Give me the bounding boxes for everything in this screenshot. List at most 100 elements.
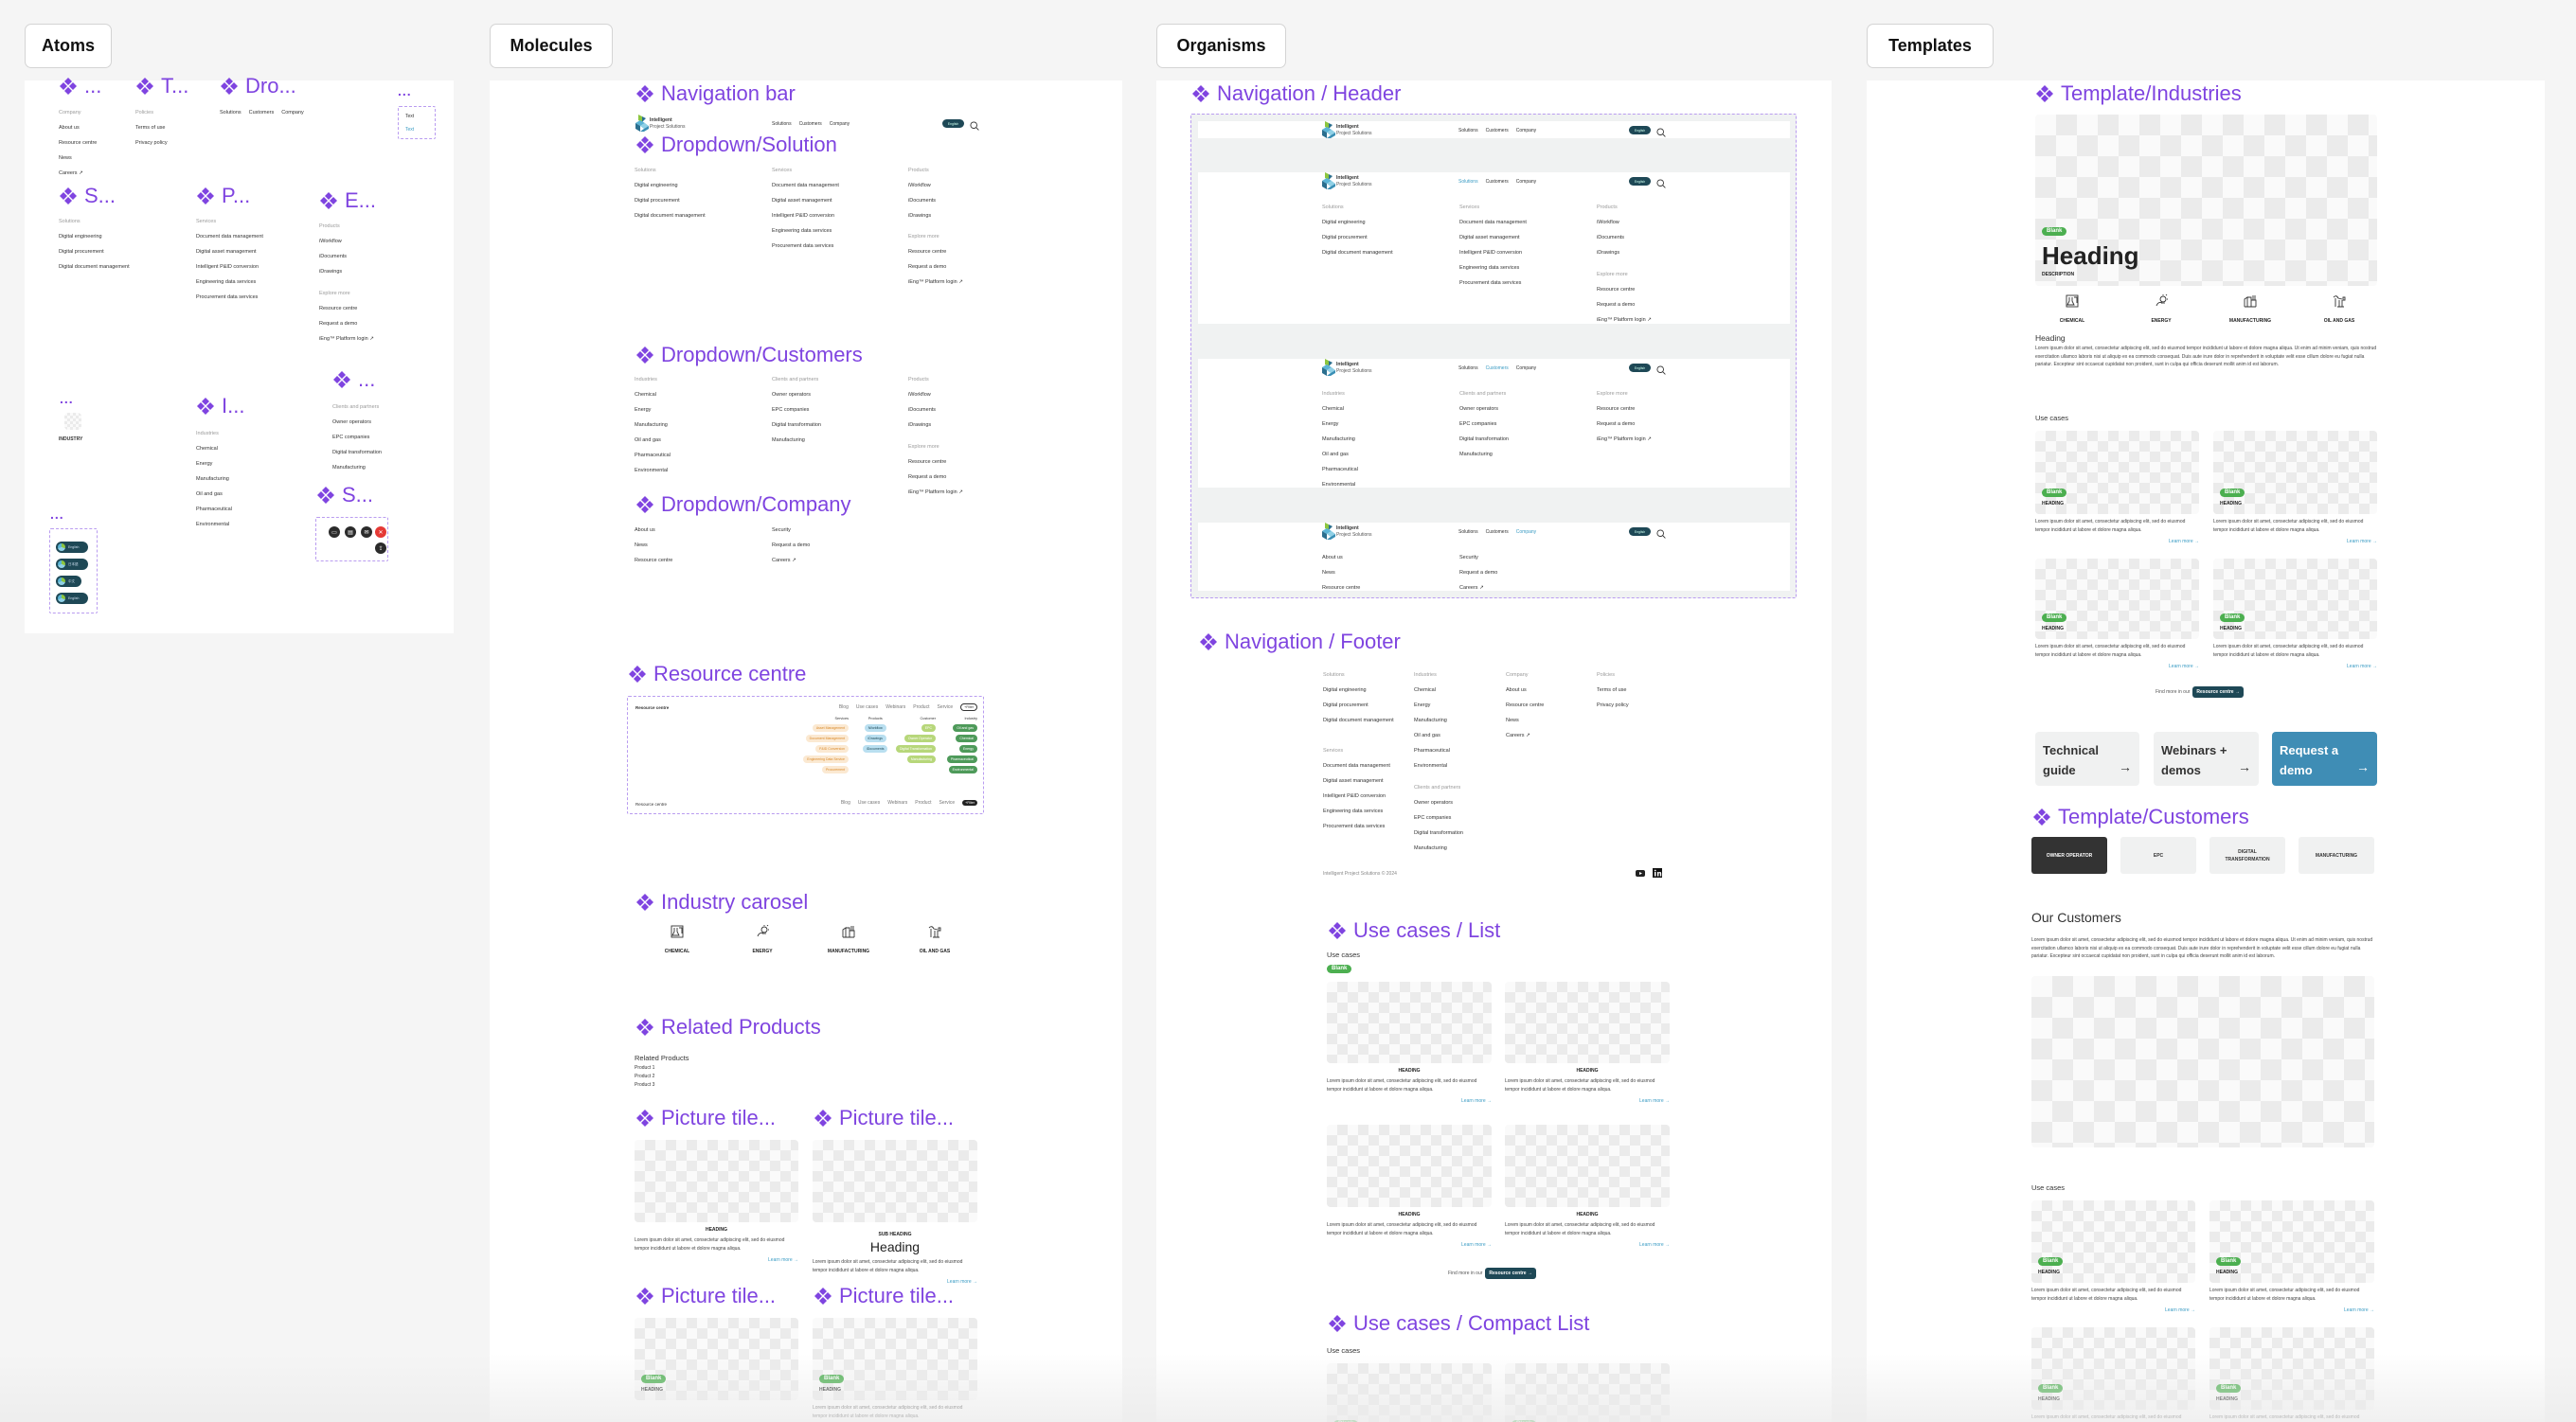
list-item[interactable]: iDrawings	[319, 269, 347, 276]
list-item[interactable]: Manufacturing	[1414, 845, 1463, 852]
nav-link-solutions[interactable]: Solutions	[1458, 529, 1478, 535]
list-item[interactable]: iEng™ Platform login ↗	[1597, 317, 1652, 324]
list-item[interactable]: Engineering data services	[1459, 265, 1527, 272]
filter-chip[interactable]: Procurement	[821, 766, 849, 773]
tab-product[interactable]: Product	[913, 704, 929, 710]
tab-use-cases[interactable]: Use cases	[858, 800, 880, 806]
list-item[interactable]: Intelligent P&ID conversion	[1323, 793, 1390, 800]
nav-link-company[interactable]: Company	[1516, 128, 1536, 133]
language-selector[interactable]: English	[942, 119, 964, 128]
section-label-templates[interactable]: Templates	[1867, 24, 1994, 68]
list-item[interactable]: Pharmaceutical	[635, 453, 671, 459]
list-item[interactable]: iEng™ Platform login ↗	[1597, 436, 1652, 443]
list-item[interactable]: News	[59, 155, 97, 162]
tab-service[interactable]: Service	[939, 800, 955, 806]
language-selector[interactable]: English	[1629, 177, 1651, 186]
use-case-tile[interactable]: HEADING Lorem ipsum dolor sit amet, conse…	[1505, 982, 1670, 1104]
list-item[interactable]: Product 3	[635, 1082, 654, 1089]
picture-tile[interactable]: HEADING Lorem ipsum dolor sit amet, conse…	[635, 1140, 798, 1263]
learn-more-link[interactable]: Learn more →	[1505, 1242, 1670, 1248]
nav-link-company[interactable]: Company	[1516, 179, 1536, 185]
list-item[interactable]: Digital engineering	[1323, 687, 1394, 694]
list-item[interactable]: Chemical	[1322, 406, 1358, 413]
company-logo[interactable]	[1322, 359, 1335, 376]
figma-canvas[interactable]: Atoms Molecules Organisms Templates ... …	[0, 0, 2576, 1422]
component-title[interactable]: Industry carosel	[635, 892, 808, 913]
search-icon[interactable]	[1656, 176, 1666, 188]
list-item[interactable]: Digital engineering	[635, 183, 706, 189]
list-item[interactable]: Engineering data services	[196, 279, 263, 286]
linkedin-icon[interactable]	[1653, 868, 1662, 878]
list-item[interactable]: Owner operators	[1459, 406, 1509, 413]
list-item[interactable]: Oil and gas	[196, 491, 232, 498]
list-item[interactable]: Energy	[196, 461, 232, 468]
list-item[interactable]: Energy	[1322, 421, 1358, 428]
list-item[interactable]: iEng™ Platform login ↗	[908, 279, 963, 286]
tab-owner-operator[interactable]: OWNER OPERATOR	[2031, 837, 2107, 874]
list-item[interactable]: EPC companies	[1459, 421, 1509, 428]
list-item[interactable]: iDocuments	[319, 254, 347, 260]
tab-webinars[interactable]: Webinars	[886, 704, 905, 710]
list-item[interactable]: Security	[1459, 555, 1497, 561]
list-item[interactable]: Digital transformation	[772, 422, 821, 429]
list-item[interactable]: Procurement data services	[1323, 824, 1390, 830]
language-selector[interactable]: English	[1629, 126, 1651, 134]
list-item[interactable]: Pharmaceutical	[1322, 467, 1358, 473]
language-pill[interactable]: 中文	[56, 576, 81, 587]
list-item[interactable]: Manufacturing	[1322, 436, 1358, 443]
learn-more-link[interactable]: Learn more →	[1327, 1098, 1492, 1104]
webinars-demos-card[interactable]: Webinars + demos →	[2154, 732, 2259, 786]
list-item[interactable]: iDocuments	[908, 198, 936, 204]
list-item[interactable]: iWorkflow	[319, 239, 347, 245]
nav-link-customers[interactable]: Customers	[799, 121, 822, 127]
list-item[interactable]: About us	[59, 125, 97, 132]
list-item[interactable]: News	[1322, 570, 1360, 577]
section-label-organisms[interactable]: Organisms	[1156, 24, 1286, 68]
tab-blog[interactable]: Blog	[839, 704, 849, 710]
use-case-tile[interactable]: Blank HEADING Lorem ipsum dolor sit amet, …	[2213, 431, 2377, 544]
list-item[interactable]: Document data management	[1323, 763, 1390, 770]
filter-chip[interactable]: Manufacturing	[906, 755, 936, 763]
list-item[interactable]: Security	[772, 527, 810, 534]
list-item[interactable]: iEng™ Platform login ↗	[319, 336, 374, 343]
nav-link-company[interactable]: Company	[830, 121, 850, 127]
filter-chip[interactable]: Oil and gas	[953, 724, 977, 732]
language-pill[interactable]: English	[56, 593, 88, 604]
list-item[interactable]: Resource centre	[59, 140, 97, 147]
filter-chip[interactable]: Engineering Data Service	[803, 755, 849, 763]
list-item[interactable]: iDrawings	[908, 213, 936, 220]
component-title[interactable]: Template/Industries	[2035, 83, 2242, 104]
list-item[interactable]: Careers ↗	[1459, 585, 1497, 592]
list-item[interactable]: Environmental	[1414, 763, 1450, 770]
search-icon[interactable]	[970, 118, 979, 131]
tab-manufacturing[interactable]: MANUFACTURING	[2299, 837, 2374, 874]
resource-centre-button[interactable]: Resource centre →	[2192, 686, 2244, 698]
list-item[interactable]: Product 2	[635, 1074, 654, 1080]
nav-link-company[interactable]: Company	[1516, 365, 1536, 371]
list-item[interactable]: Customers	[249, 110, 275, 116]
list-item[interactable]: Careers ↗	[772, 558, 810, 564]
list-item[interactable]: Intelligent P&ID conversion	[196, 264, 263, 271]
tab-epc[interactable]: EPC	[2120, 837, 2196, 874]
language-selector[interactable]: English	[1629, 364, 1651, 372]
use-case-tile[interactable]: Blank HEADING Lorem ipsum dolor sit amet, …	[2031, 1327, 2195, 1422]
tab-use-cases[interactable]: Use cases	[856, 704, 878, 710]
filter-chip[interactable]: Chemical	[956, 735, 977, 742]
list-item[interactable]: Document data management	[772, 183, 839, 189]
filter-chip[interactable]: Owner Operator	[903, 735, 936, 742]
list-item[interactable]: Digital engineering	[1322, 220, 1393, 226]
list-item[interactable]: iDrawings	[908, 422, 936, 429]
use-case-tile[interactable]: BlankHEADING	[1327, 1363, 1492, 1422]
list-item[interactable]: Environmental	[1322, 482, 1358, 489]
list-item[interactable]: Energy	[635, 407, 671, 414]
use-case-tile[interactable]: Blank HEADING Lorem ipsum dolor sit amet, …	[2035, 559, 2199, 669]
learn-more-link[interactable]: Learn more →	[2209, 1307, 2374, 1313]
list-item[interactable]: Manufacturing	[332, 465, 382, 471]
list-item[interactable]: Environmental	[635, 468, 671, 474]
list-item[interactable]: Privacy policy	[135, 140, 168, 147]
print-icon[interactable]: ▭	[329, 526, 340, 538]
use-case-tile[interactable]: HEADING Lorem ipsum dolor sit amet, conse…	[1505, 1125, 1670, 1248]
use-case-tile[interactable]: Blank HEADING Lorem ipsum dolor sit amet, …	[2209, 1327, 2374, 1422]
component-title[interactable]: Dropdown/Solution	[635, 134, 837, 155]
list-item[interactable]: Chemical	[635, 392, 671, 399]
